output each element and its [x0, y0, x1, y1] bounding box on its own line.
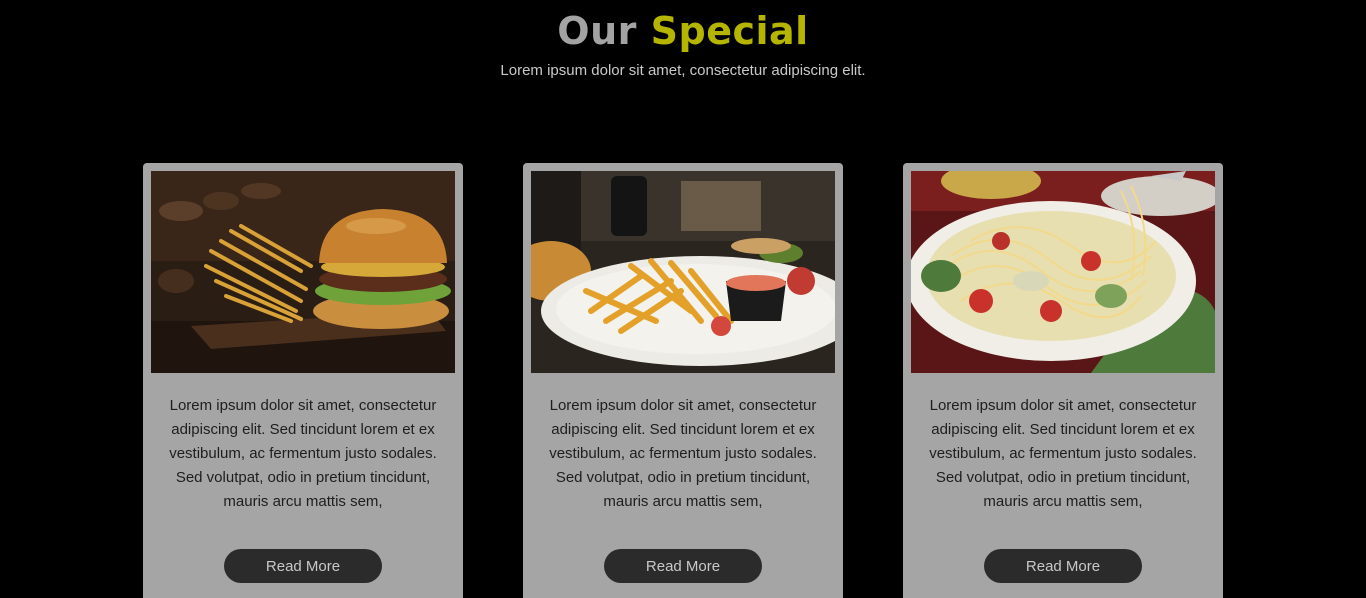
section-subtitle: Lorem ipsum dolor sit amet, consectetur … [500, 62, 866, 79]
special-card-1: Lorem ipsum dolor sit amet, consectetur … [143, 163, 463, 598]
special-card-3: Lorem ipsum dolor sit amet, consectetur … [903, 163, 1223, 598]
fries-plate-photo [531, 171, 835, 373]
special-card-2: Lorem ipsum dolor sit amet, consectetur … [523, 163, 843, 598]
card-description: Lorem ipsum dolor sit amet, consectetur … [549, 397, 817, 510]
card-description: Lorem ipsum dolor sit amet, consectetur … [929, 397, 1197, 510]
read-more-button[interactable]: Read More [604, 549, 762, 583]
title-word-our: Our [557, 9, 637, 53]
section-title: Our Special [0, 8, 1366, 54]
card-description: Lorem ipsum dolor sit amet, consectetur … [169, 397, 437, 510]
section-heading: Our Special Lorem ipsum dolor sit amet, … [0, 8, 1366, 79]
read-more-button[interactable]: Read More [224, 549, 382, 583]
title-word-special: Special [650, 9, 809, 53]
burger-and-fries-photo [151, 171, 455, 373]
spaghetti-plate-photo [911, 171, 1215, 373]
read-more-button[interactable]: Read More [984, 549, 1142, 583]
